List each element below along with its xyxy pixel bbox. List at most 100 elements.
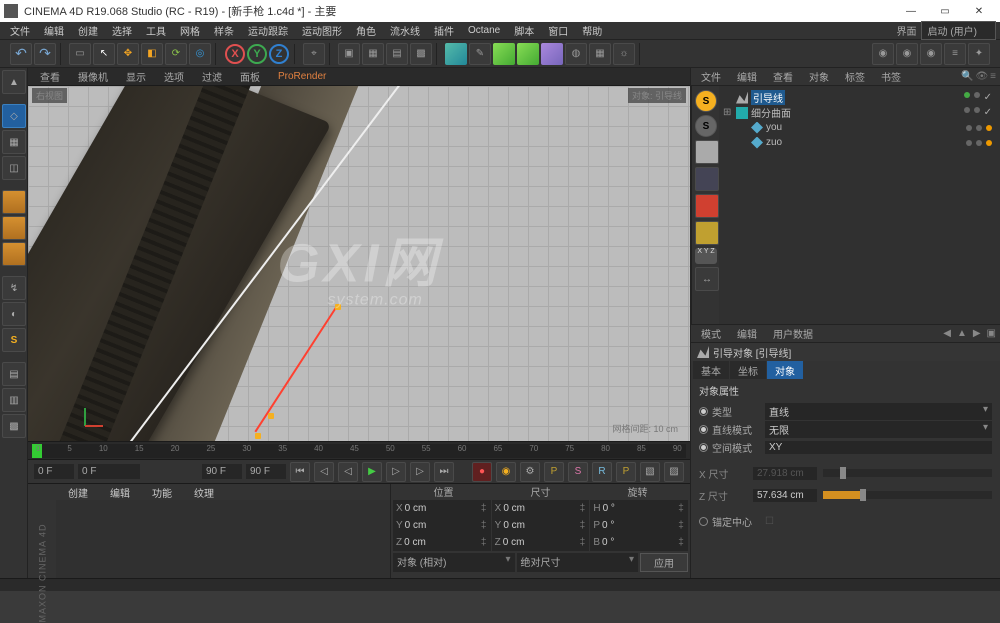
octane-btn-1[interactable]: ◉ [872, 43, 894, 65]
render-view-icon[interactable]: ▣ [338, 43, 360, 65]
nav-fwd-icon[interactable]: ▶ [973, 328, 981, 339]
prev-key-icon[interactable]: ◁ [338, 462, 358, 482]
primitive-cube-icon[interactable] [445, 43, 467, 65]
om-menu-view[interactable]: 查看 [767, 68, 799, 85]
size-z-field[interactable]: Z0 cm‡ [492, 534, 590, 551]
spline-pen-icon[interactable]: ✎ [469, 43, 491, 65]
spacemode-value[interactable]: XY [765, 441, 992, 454]
render-settings-icon[interactable]: ▤ [386, 43, 408, 65]
workplane3-icon[interactable]: ▥ [2, 388, 26, 412]
menu-mograph[interactable]: 运动图形 [296, 21, 348, 40]
poly-mode-icon[interactable] [2, 242, 26, 266]
octane-btn-3[interactable]: ◉ [920, 43, 942, 65]
minimize-button[interactable]: ― [894, 0, 928, 22]
tree-row-subdiv[interactable]: ⊞ 细分曲面 ✓ [723, 105, 996, 120]
close-button[interactable]: ✕ [962, 0, 996, 22]
key-rotation-toggle[interactable]: R [592, 462, 612, 482]
rotate-tool[interactable]: ⟳ [165, 43, 187, 65]
search-icon[interactable]: 🔍 [961, 71, 973, 82]
autokey-icon[interactable]: ◉ [496, 462, 516, 482]
select-tool[interactable]: ↖ [93, 43, 115, 65]
model-mode-icon[interactable]: ◇ [2, 104, 26, 128]
rot-h-field[interactable]: H0 °‡ [590, 500, 688, 517]
play-icon[interactable]: ▶ [362, 462, 382, 482]
undo-button[interactable]: ↶ [10, 43, 32, 65]
am-tab-object[interactable]: 对象 [767, 361, 803, 379]
snap-icon[interactable]: S [2, 328, 26, 352]
key-scale-toggle[interactable]: S [568, 462, 588, 482]
menu-help[interactable]: 帮助 [576, 21, 608, 40]
nav-back-icon[interactable]: ◀ [943, 328, 951, 339]
tree-row-zuo[interactable]: zuo [723, 135, 996, 150]
om-filter-1-icon[interactable] [695, 140, 719, 164]
om-filter-3-icon[interactable] [695, 194, 719, 218]
guide-handle[interactable] [268, 413, 274, 419]
menu-tools[interactable]: 工具 [140, 21, 172, 40]
menu-script[interactable]: 脚本 [508, 21, 540, 40]
step-back-icon[interactable]: ◁ [314, 462, 334, 482]
vp-menu-display[interactable]: 显示 [118, 68, 154, 85]
material-list[interactable] [56, 500, 390, 578]
octane-btn-4[interactable]: ≡ [944, 43, 966, 65]
workplane-icon[interactable]: ◫ [2, 156, 26, 180]
vp-menu-view[interactable]: 查看 [32, 68, 68, 85]
octane-btn-5[interactable]: ✦ [968, 43, 990, 65]
menu-window[interactable]: 窗口 [542, 21, 574, 40]
menu-mesh[interactable]: 网格 [174, 21, 206, 40]
axis-z-toggle[interactable]: Z [269, 44, 289, 64]
workplane2-icon[interactable]: ▤ [2, 362, 26, 386]
om-solo-icon[interactable]: S [695, 115, 717, 137]
record-key-icon[interactable]: ● [472, 462, 492, 482]
pos-z-field[interactable]: Z0 cm‡ [393, 534, 491, 551]
goto-start-icon[interactable]: ⏮ [290, 462, 310, 482]
edge-mode-icon[interactable] [2, 216, 26, 240]
scale-tool[interactable]: ◧ [141, 43, 163, 65]
apply-button[interactable]: 应用 [640, 553, 688, 572]
key-position-toggle[interactable]: P [544, 462, 564, 482]
viewport[interactable]: 右视图 对象: 引导线 网格间距: 10 cm GXI网 system.com [28, 86, 690, 441]
frame-start-field[interactable]: 0 F [34, 464, 74, 479]
tree-row-guide[interactable]: 引导线 ✓ [723, 90, 996, 105]
mat-menu-edit[interactable]: 编辑 [104, 483, 136, 502]
menu-character[interactable]: 角色 [350, 21, 382, 40]
frame-end-field[interactable]: 90 F [246, 464, 286, 479]
radio-icon[interactable] [699, 425, 708, 434]
am-menu-userdata[interactable]: 用户数据 [767, 325, 819, 342]
om-menu-tags[interactable]: 标签 [839, 68, 871, 85]
menu-plugins[interactable]: 插件 [428, 21, 460, 40]
size-y-field[interactable]: Y0 cm‡ [492, 517, 590, 534]
size-mode-dropdown[interactable]: 绝对尺寸 [517, 553, 639, 572]
goto-end-icon[interactable]: ⏭ [434, 462, 454, 482]
om-snap-icon[interactable]: S [695, 90, 717, 112]
object-tree[interactable]: 引导线 ✓ ⊞ 细分曲面 ✓ you z [719, 86, 1000, 324]
vp-menu-camera[interactable]: 摄像机 [70, 68, 116, 85]
eye-icon[interactable]: 👁 [975, 71, 988, 82]
environment-icon[interactable]: ◍ [565, 43, 587, 65]
vp-menu-filter[interactable]: 过滤 [194, 68, 230, 85]
tree-row-you[interactable]: you [723, 120, 996, 135]
am-menu-edit[interactable]: 编辑 [731, 325, 763, 342]
frame-current-field[interactable]: 0 F [78, 464, 140, 479]
om-xyz-icon[interactable]: X Y Z [695, 248, 717, 264]
step-fwd-icon[interactable]: ▷ [410, 462, 430, 482]
pos-y-field[interactable]: Y0 cm‡ [393, 517, 491, 534]
om-menu-object[interactable]: 对象 [803, 68, 835, 85]
guide-handle[interactable] [255, 433, 261, 439]
deformer-icon[interactable] [541, 43, 563, 65]
nav-extra-icon[interactable]: ▣ [987, 328, 996, 339]
pos-x-field[interactable]: X0 cm‡ [393, 500, 491, 517]
move-tool[interactable]: ✥ [117, 43, 139, 65]
point-mode-icon[interactable] [2, 190, 26, 214]
generator-array-icon[interactable] [517, 43, 539, 65]
workplane4-icon[interactable]: ▩ [2, 414, 26, 438]
menu-edit[interactable]: 编辑 [38, 21, 70, 40]
linemode-dropdown[interactable]: 无限 [765, 421, 992, 438]
size-x-field[interactable]: X0 cm‡ [492, 500, 590, 517]
texture-mode-icon[interactable]: ▦ [2, 130, 26, 154]
axis-x-toggle[interactable]: X [225, 44, 245, 64]
keyframe-sel-icon[interactable]: ⚙ [520, 462, 540, 482]
radio-icon[interactable] [699, 443, 708, 452]
generator-subdiv-icon[interactable] [493, 43, 515, 65]
menu-motrack[interactable]: 运动跟踪 [242, 21, 294, 40]
next-key-icon[interactable]: ▷ [386, 462, 406, 482]
